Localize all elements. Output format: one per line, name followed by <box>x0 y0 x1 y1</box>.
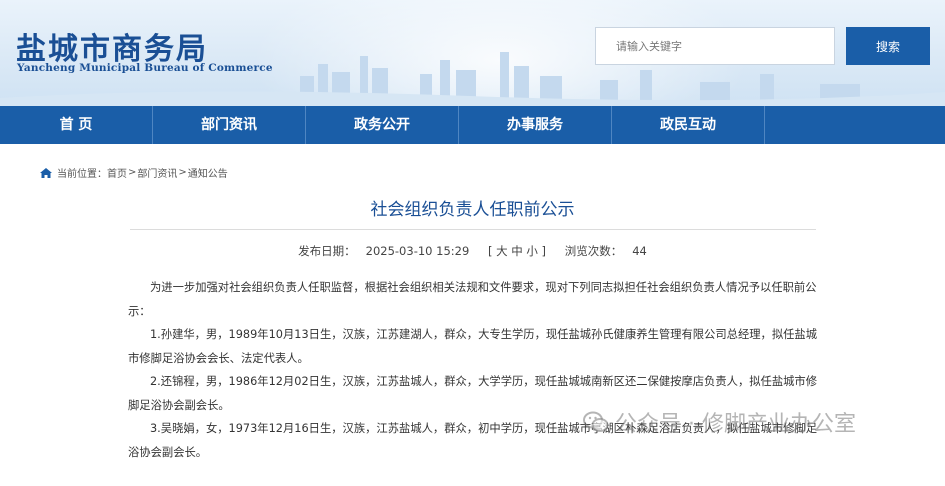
breadcrumb-item-department-news[interactable]: 部门资讯 <box>137 165 177 180</box>
search-input[interactable] <box>595 27 835 65</box>
main-nav: 首 页 部门资讯 政务公开 办事服务 政民互动 <box>0 106 945 144</box>
nav-item-department-news[interactable]: 部门资讯 <box>153 106 306 144</box>
publish-date: 2025-03-10 15:29 <box>365 244 470 258</box>
article-title: 社会组织负责人任职前公示 <box>370 200 575 220</box>
search-button[interactable]: 搜索 <box>846 27 930 65</box>
wechat-icon <box>583 411 609 432</box>
breadcrumb-item-home[interactable]: 首页 <box>107 165 127 180</box>
article-meta: 发布日期： 2025-03-10 15:29 [ 大 中 小 ] 浏览次数： 44 <box>0 243 945 259</box>
breadcrumb: 当前位置： 首页 > 部门资讯 > 通知公告 <box>40 165 228 180</box>
article-paragraph-intro: 为进一步加强对社会组织负责人任职监督，根据社会组织相关法规和文件要求，现对下列同… <box>128 281 817 318</box>
nav-item-services[interactable]: 办事服务 <box>459 106 612 144</box>
views-label: 浏览次数： <box>564 244 623 258</box>
home-icon <box>40 167 52 178</box>
watermark-text: 公众号 · 修脚产业办公室 <box>615 412 856 437</box>
breadcrumb-item-notices[interactable]: 通知公告 <box>188 165 228 180</box>
header-banner: 盐城市商务局 Yancheng Municipal Bureau of Comm… <box>0 0 945 106</box>
breadcrumb-prefix: 当前位置： <box>57 169 107 180</box>
nav-item-government-affairs[interactable]: 政务公开 <box>306 106 459 144</box>
title-divider <box>130 229 816 230</box>
breadcrumb-separator: > <box>128 167 137 178</box>
watermark: 公众号 · 修脚产业办公室 <box>583 406 856 438</box>
nav-filler <box>765 106 945 144</box>
nav-item-interaction[interactable]: 政民互动 <box>612 106 765 144</box>
publish-date-label: 发布日期： <box>298 244 356 258</box>
breadcrumb-separator: > <box>178 167 187 178</box>
views-count: 44 <box>632 244 647 258</box>
site-logo-subtitle: Yancheng Municipal Bureau of Commerce <box>17 62 273 74</box>
font-size-control[interactable]: [ 大 中 小 ] <box>488 244 546 258</box>
nav-item-home[interactable]: 首 页 <box>0 106 153 144</box>
article-paragraph: 1.孙建华，男，1989年10月13日生，汉族，江苏建湖人，群众，大专生学历，现… <box>128 328 818 365</box>
